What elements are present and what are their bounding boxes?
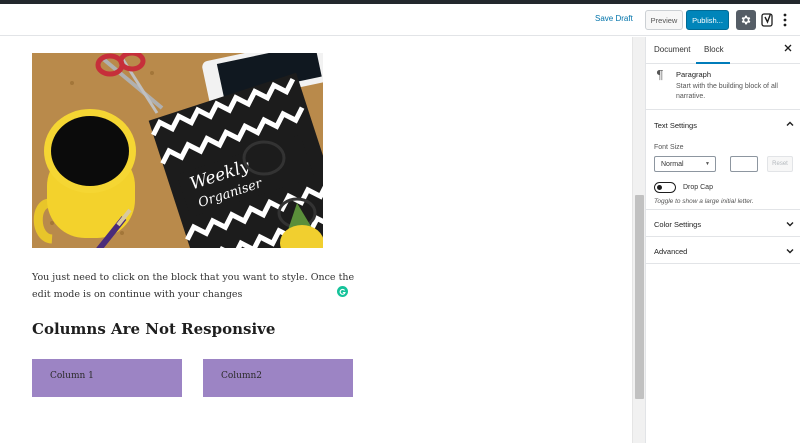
save-draft-button[interactable]: Save Draft [595, 14, 633, 23]
text-settings-header[interactable]: Text Settings [654, 121, 697, 130]
close-sidebar-button[interactable] [784, 44, 792, 55]
editor-scrollbar[interactable] [632, 37, 645, 443]
preview-button[interactable]: Preview [645, 10, 683, 30]
sidebar-tabs: Document Block [646, 37, 800, 64]
toggle-knob [657, 185, 662, 190]
color-settings-panel[interactable]: Color Settings [646, 210, 800, 237]
yoast-icon [760, 13, 773, 27]
image-block[interactable]: Weekly Organiser [32, 53, 323, 248]
font-size-value: Normal [661, 161, 684, 168]
font-size-select[interactable]: Normal ▼ [654, 156, 716, 172]
heading-block[interactable]: Columns Are Not Responsive [32, 320, 275, 338]
text-settings-panel: Text Settings Font Size Normal ▼ Reset D… [646, 110, 800, 210]
publish-button[interactable]: Publish... [686, 10, 729, 30]
block-card: ¶ Paragraph Start with the building bloc… [646, 64, 800, 110]
gear-icon [741, 15, 751, 25]
advanced-header[interactable]: Advanced [654, 247, 687, 256]
drop-cap-label: Drop Cap [683, 184, 713, 191]
tab-document[interactable]: Document [654, 45, 690, 54]
chevron-up-icon[interactable] [785, 119, 795, 129]
editor-header-toolbar: Save Draft Preview Publish... [0, 4, 800, 36]
custom-font-size-input[interactable] [730, 156, 758, 172]
desk-photo: Weekly Organiser [32, 53, 323, 248]
advanced-panel[interactable]: Advanced [646, 237, 800, 264]
paragraph-block[interactable]: You just need to click on the block that… [32, 269, 362, 303]
paragraph-icon: ¶ [656, 68, 664, 82]
editor-canvas: Weekly Organiser You just need to click … [0, 37, 632, 443]
tab-block[interactable]: Block [704, 45, 724, 54]
drop-cap-help: Toggle to show a large initial letter. [654, 198, 754, 205]
color-settings-header[interactable]: Color Settings [654, 220, 701, 229]
drop-cap-toggle[interactable] [654, 182, 676, 193]
more-menu-button[interactable] [780, 11, 790, 29]
settings-toggle-button[interactable] [736, 10, 756, 30]
block-title: Paragraph [676, 70, 712, 79]
settings-sidebar: Document Block ¶ Paragraph Start with th… [645, 37, 800, 443]
more-vertical-icon [783, 13, 787, 27]
scrollbar-thumb[interactable] [635, 195, 644, 399]
yoast-seo-button[interactable] [760, 11, 774, 29]
column-block-2[interactable]: Column2 [203, 359, 353, 397]
chevron-down-icon[interactable] [785, 246, 795, 256]
caret-down-icon: ▼ [705, 161, 710, 167]
block-description: Start with the building block of all nar… [676, 83, 778, 100]
reset-font-size-button[interactable]: Reset [767, 156, 793, 172]
column-block-1[interactable]: Column 1 [32, 359, 182, 397]
font-size-label: Font Size [654, 144, 684, 151]
grammarly-icon[interactable] [337, 286, 348, 297]
grammarly-g-icon [339, 288, 346, 295]
close-icon [784, 44, 792, 52]
chevron-down-icon[interactable] [785, 219, 795, 229]
